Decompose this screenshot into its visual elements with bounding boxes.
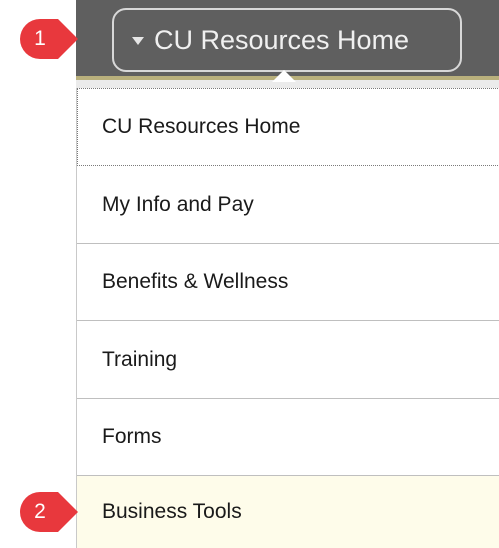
screenshot-stage: CU Resources Home CU Resources Home My I… <box>0 0 499 548</box>
menu-item-my-info-and-pay[interactable]: My Info and Pay <box>77 167 499 244</box>
site-menu-label: CU Resources Home <box>154 24 410 55</box>
menu-item-label: Forms <box>102 425 162 448</box>
menu-item-business-tools[interactable]: Business Tools <box>77 476 499 548</box>
menu-item-training[interactable]: Training <box>77 321 499 399</box>
menu-item-benefits-wellness[interactable]: Benefits & Wellness <box>77 244 499 321</box>
step-1-callout: 1 <box>20 19 78 59</box>
menu-item-label: My Info and Pay <box>102 193 254 216</box>
menu-item-forms[interactable]: Forms <box>77 399 499 476</box>
menu-item-label: CU Resources Home <box>102 115 301 138</box>
step-2-callout: 2 <box>20 492 78 532</box>
menu-item-label: Training <box>102 347 178 371</box>
menu-item-label: Benefits & Wellness <box>102 270 289 293</box>
dropdown-pointer-icon <box>272 70 296 82</box>
menu-item-label: Business Tools <box>102 500 242 523</box>
site-menu-button[interactable]: CU Resources Home <box>112 8 462 72</box>
callout-number: 2 <box>34 500 46 523</box>
site-menu-dropdown: CU Resources Home My Info and Pay Benefi… <box>76 88 499 548</box>
callout-number: 1 <box>34 27 46 50</box>
menu-item-cu-resources-home[interactable]: CU Resources Home <box>77 88 499 166</box>
caret-down-icon <box>132 37 144 45</box>
